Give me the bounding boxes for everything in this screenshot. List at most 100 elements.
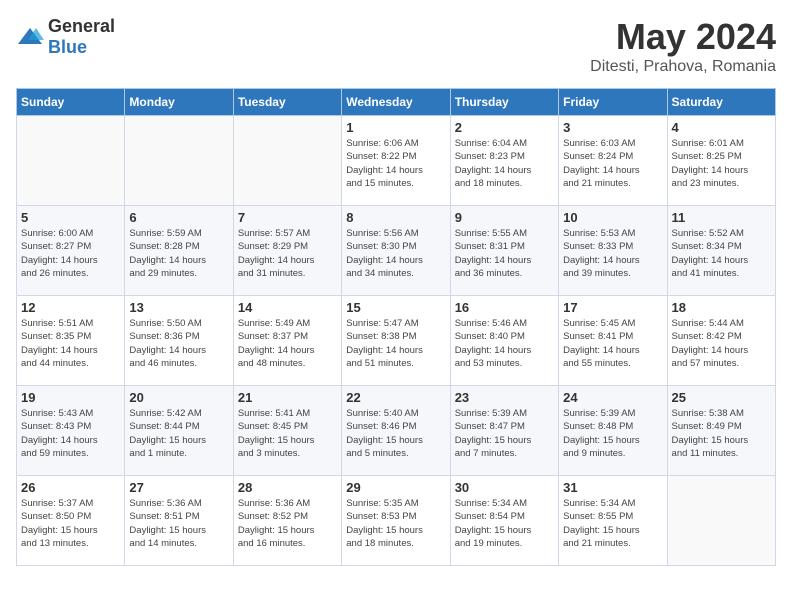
day-info: Sunrise: 6:01 AM Sunset: 8:25 PM Dayligh…	[672, 137, 771, 190]
day-info: Sunrise: 5:39 AM Sunset: 8:48 PM Dayligh…	[563, 407, 662, 460]
weekday-header-wednesday: Wednesday	[342, 89, 450, 116]
weekday-header-saturday: Saturday	[667, 89, 775, 116]
calendar-cell: 7 Sunrise: 5:57 AM Sunset: 8:29 PM Daylig…	[233, 206, 341, 296]
weekday-header-monday: Monday	[125, 89, 233, 116]
day-number: 12	[21, 300, 120, 315]
calendar-cell: 30Sunrise: 5:34 AM Sunset: 8:54 PM Dayli…	[450, 476, 558, 566]
calendar-cell: 12Sunrise: 5:51 AM Sunset: 8:35 PM Dayli…	[17, 296, 125, 386]
day-info: Sunrise: 6:00 AM Sunset: 8:27 PM Dayligh…	[21, 227, 120, 280]
calendar-week-1: 1 Sunrise: 6:06 AM Sunset: 8:22 PM Daylig…	[17, 116, 776, 206]
day-info: Sunrise: 5:57 AM Sunset: 8:29 PM Dayligh…	[238, 227, 337, 280]
calendar-cell: 26 Sunrise: 5:37 AM Sunset: 8:50 PM Dayli…	[17, 476, 125, 566]
day-number: 16	[455, 300, 554, 315]
calendar-cell: 2Sunrise: 6:04 AM Sunset: 8:23 PM Daylig…	[450, 116, 558, 206]
day-number: 14	[238, 300, 337, 315]
day-number: 10	[563, 210, 662, 225]
day-number: 29	[346, 480, 445, 495]
calendar-week-4: 19 Sunrise: 5:43 AM Sunset: 8:43 PM Dayli…	[17, 386, 776, 476]
day-number: 7	[238, 210, 337, 225]
calendar-cell: 10 Sunrise: 5:53 AM Sunset: 8:33 PM Dayli…	[559, 206, 667, 296]
title-block: May 2024 Ditesti, Prahova, Romania	[590, 16, 776, 76]
calendar-week-3: 12Sunrise: 5:51 AM Sunset: 8:35 PM Dayli…	[17, 296, 776, 386]
page-header: General Blue May 2024 Ditesti, Prahova, …	[16, 16, 776, 76]
day-info: Sunrise: 5:41 AM Sunset: 8:45 PM Dayligh…	[238, 407, 337, 460]
calendar-cell: 4 Sunrise: 6:01 AM Sunset: 8:25 PM Daylig…	[667, 116, 775, 206]
day-info: Sunrise: 5:55 AM Sunset: 8:31 PM Dayligh…	[455, 227, 554, 280]
calendar-cell: 25Sunrise: 5:38 AM Sunset: 8:49 PM Dayli…	[667, 386, 775, 476]
calendar-cell	[125, 116, 233, 206]
day-number: 4	[672, 120, 771, 135]
calendar-cell: 24Sunrise: 5:39 AM Sunset: 8:48 PM Dayli…	[559, 386, 667, 476]
calendar-week-5: 26 Sunrise: 5:37 AM Sunset: 8:50 PM Dayli…	[17, 476, 776, 566]
day-info: Sunrise: 5:34 AM Sunset: 8:54 PM Dayligh…	[455, 497, 554, 550]
day-info: Sunrise: 5:47 AM Sunset: 8:38 PM Dayligh…	[346, 317, 445, 370]
calendar-cell: 13Sunrise: 5:50 AM Sunset: 8:36 PM Dayli…	[125, 296, 233, 386]
logo-general: General	[48, 16, 115, 36]
calendar-cell: 15 Sunrise: 5:47 AM Sunset: 8:38 PM Dayli…	[342, 296, 450, 386]
day-info: Sunrise: 5:56 AM Sunset: 8:30 PM Dayligh…	[346, 227, 445, 280]
day-info: Sunrise: 5:39 AM Sunset: 8:47 PM Dayligh…	[455, 407, 554, 460]
day-info: Sunrise: 5:43 AM Sunset: 8:43 PM Dayligh…	[21, 407, 120, 460]
day-number: 1	[346, 120, 445, 135]
calendar-cell: 11 Sunrise: 5:52 AM Sunset: 8:34 PM Dayli…	[667, 206, 775, 296]
day-info: Sunrise: 5:59 AM Sunset: 8:28 PM Dayligh…	[129, 227, 228, 280]
day-info: Sunrise: 6:03 AM Sunset: 8:24 PM Dayligh…	[563, 137, 662, 190]
logo: General Blue	[16, 16, 115, 58]
calendar-cell: 18 Sunrise: 5:44 AM Sunset: 8:42 PM Dayli…	[667, 296, 775, 386]
day-info: Sunrise: 5:52 AM Sunset: 8:34 PM Dayligh…	[672, 227, 771, 280]
calendar-cell: 16Sunrise: 5:46 AM Sunset: 8:40 PM Dayli…	[450, 296, 558, 386]
calendar-cell: 3 Sunrise: 6:03 AM Sunset: 8:24 PM Daylig…	[559, 116, 667, 206]
day-number: 27	[129, 480, 228, 495]
calendar-cell: 1 Sunrise: 6:06 AM Sunset: 8:22 PM Daylig…	[342, 116, 450, 206]
day-number: 6	[129, 210, 228, 225]
day-info: Sunrise: 5:34 AM Sunset: 8:55 PM Dayligh…	[563, 497, 662, 550]
day-number: 22	[346, 390, 445, 405]
calendar-cell: 8 Sunrise: 5:56 AM Sunset: 8:30 PM Daylig…	[342, 206, 450, 296]
logo-icon	[16, 26, 44, 48]
day-info: Sunrise: 5:37 AM Sunset: 8:50 PM Dayligh…	[21, 497, 120, 550]
day-info: Sunrise: 5:38 AM Sunset: 8:49 PM Dayligh…	[672, 407, 771, 460]
calendar-cell: 6 Sunrise: 5:59 AM Sunset: 8:28 PM Daylig…	[125, 206, 233, 296]
day-number: 20	[129, 390, 228, 405]
day-info: Sunrise: 5:45 AM Sunset: 8:41 PM Dayligh…	[563, 317, 662, 370]
day-number: 18	[672, 300, 771, 315]
day-info: Sunrise: 5:40 AM Sunset: 8:46 PM Dayligh…	[346, 407, 445, 460]
weekday-header-thursday: Thursday	[450, 89, 558, 116]
calendar-cell: 19 Sunrise: 5:43 AM Sunset: 8:43 PM Dayli…	[17, 386, 125, 476]
day-info: Sunrise: 5:49 AM Sunset: 8:37 PM Dayligh…	[238, 317, 337, 370]
day-info: Sunrise: 5:53 AM Sunset: 8:33 PM Dayligh…	[563, 227, 662, 280]
day-number: 3	[563, 120, 662, 135]
day-info: Sunrise: 5:50 AM Sunset: 8:36 PM Dayligh…	[129, 317, 228, 370]
day-number: 11	[672, 210, 771, 225]
day-number: 5	[21, 210, 120, 225]
calendar-cell: 27 Sunrise: 5:36 AM Sunset: 8:51 PM Dayli…	[125, 476, 233, 566]
day-info: Sunrise: 5:36 AM Sunset: 8:52 PM Dayligh…	[238, 497, 337, 550]
calendar-cell: 14 Sunrise: 5:49 AM Sunset: 8:37 PM Dayli…	[233, 296, 341, 386]
day-info: Sunrise: 6:06 AM Sunset: 8:22 PM Dayligh…	[346, 137, 445, 190]
day-number: 28	[238, 480, 337, 495]
day-number: 19	[21, 390, 120, 405]
calendar-cell: 21Sunrise: 5:41 AM Sunset: 8:45 PM Dayli…	[233, 386, 341, 476]
day-number: 9	[455, 210, 554, 225]
day-number: 26	[21, 480, 120, 495]
calendar-cell: 9 Sunrise: 5:55 AM Sunset: 8:31 PM Daylig…	[450, 206, 558, 296]
calendar-cell	[17, 116, 125, 206]
day-info: Sunrise: 5:36 AM Sunset: 8:51 PM Dayligh…	[129, 497, 228, 550]
calendar-cell: 22 Sunrise: 5:40 AM Sunset: 8:46 PM Dayli…	[342, 386, 450, 476]
day-number: 23	[455, 390, 554, 405]
day-info: Sunrise: 6:04 AM Sunset: 8:23 PM Dayligh…	[455, 137, 554, 190]
calendar-title: May 2024	[590, 16, 776, 58]
calendar-cell	[667, 476, 775, 566]
weekday-header-row: SundayMondayTuesdayWednesdayThursdayFrid…	[17, 89, 776, 116]
day-number: 8	[346, 210, 445, 225]
calendar-cell: 28 Sunrise: 5:36 AM Sunset: 8:52 PM Dayli…	[233, 476, 341, 566]
logo-text: General Blue	[48, 16, 115, 58]
day-info: Sunrise: 5:44 AM Sunset: 8:42 PM Dayligh…	[672, 317, 771, 370]
day-info: Sunrise: 5:42 AM Sunset: 8:44 PM Dayligh…	[129, 407, 228, 460]
weekday-header-sunday: Sunday	[17, 89, 125, 116]
weekday-header-tuesday: Tuesday	[233, 89, 341, 116]
day-info: Sunrise: 5:35 AM Sunset: 8:53 PM Dayligh…	[346, 497, 445, 550]
calendar-cell: 17Sunrise: 5:45 AM Sunset: 8:41 PM Dayli…	[559, 296, 667, 386]
calendar-cell: 29 Sunrise: 5:35 AM Sunset: 8:53 PM Dayli…	[342, 476, 450, 566]
day-number: 15	[346, 300, 445, 315]
